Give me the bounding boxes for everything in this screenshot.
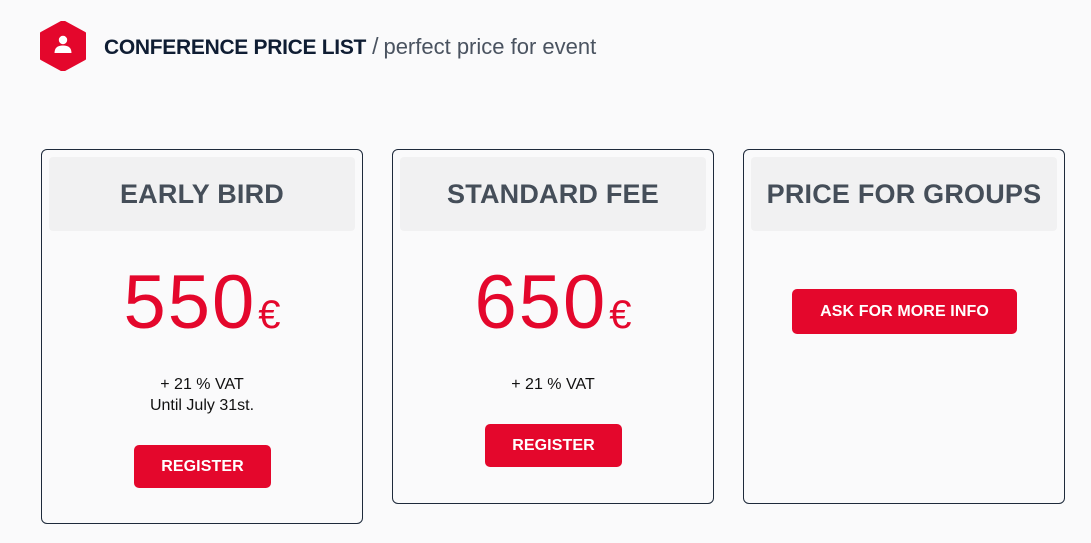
- pricing-card-groups: PRICE FOR GROUPS ASK FOR MORE INFO: [743, 149, 1065, 504]
- card-header: STANDARD FEE: [400, 157, 706, 231]
- user-hexagon-icon: [40, 21, 86, 71]
- price-note-deadline: Until July 31st.: [149, 397, 255, 414]
- ask-more-info-button[interactable]: ASK FOR MORE INFO: [792, 289, 1017, 334]
- price: 650€: [393, 260, 713, 346]
- page-subtitle: perfect price for event: [383, 33, 597, 59]
- card-title: PRICE FOR GROUPS: [766, 178, 1042, 209]
- register-button[interactable]: REGISTER: [134, 445, 271, 488]
- price-note-vat: + 21 % VAT: [160, 376, 244, 393]
- page-title: CONFERENCE PRICE LIST: [104, 35, 367, 59]
- price-amount: 650: [474, 260, 608, 345]
- page-title-group: CONFERENCE PRICE LIST / perfect price fo…: [104, 33, 596, 60]
- price: 550€: [42, 260, 362, 346]
- card-title: STANDARD FEE: [447, 178, 659, 209]
- card-title: EARLY BIRD: [119, 178, 285, 209]
- pricing-card-early-bird: EARLY BIRD 550€ + 21 % VAT Until July 31…: [41, 149, 363, 524]
- pricing-card-standard-fee: STANDARD FEE 650€ + 21 % VAT REGISTER: [392, 149, 714, 504]
- price-currency: €: [609, 293, 632, 337]
- price-note-vat: + 21 % VAT: [511, 376, 595, 393]
- register-button[interactable]: REGISTER: [485, 424, 622, 467]
- title-separator: /: [372, 32, 379, 59]
- page-header: CONFERENCE PRICE LIST / perfect price fo…: [40, 21, 596, 71]
- card-header: EARLY BIRD: [49, 157, 355, 231]
- price-currency: €: [258, 293, 281, 337]
- card-header: PRICE FOR GROUPS: [751, 157, 1057, 231]
- price-amount: 550: [123, 260, 257, 345]
